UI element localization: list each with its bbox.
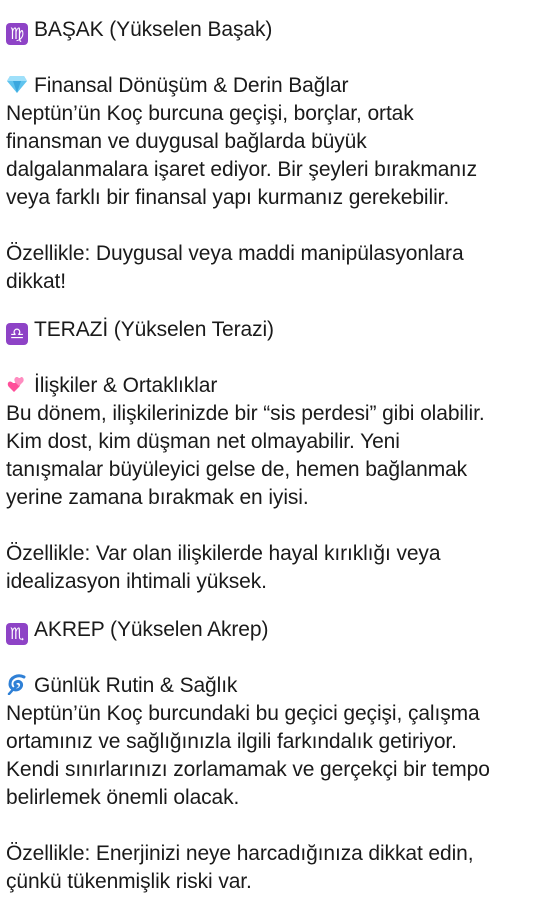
note-line: Özellikle: Var olan ilişkilerde hayal kı… [6, 542, 441, 565]
cyclone-icon [6, 673, 28, 696]
sign-heading-terazi: ♎ TERAZİ (Yükselen Terazi) [6, 316, 274, 345]
body-line: Neptün’ün Koç burcundaki bu geçici geçiş… [6, 702, 480, 725]
topic-heading-iliskiler: İlişkiler & Ortaklıklar [6, 372, 217, 400]
scorpio-icon: ♏ [6, 623, 28, 645]
body-line: Kim dost, kim düşman net olmayabilir. Ye… [6, 430, 400, 453]
body-line: Bu dönem, ilişkilerinizde bir “sis perde… [6, 402, 485, 425]
note-line: çünkü tükenmişlik riski var. [6, 870, 252, 893]
sign-title: TERAZİ (Yükselen Terazi) [34, 318, 274, 341]
sign-heading-akrep: ♏ AKREP (Yükselen Akrep) [6, 616, 268, 645]
topic-heading-rutin: Günlük Rutin & Sağlık [6, 672, 237, 700]
two-hearts-icon [6, 373, 28, 395]
libra-icon: ♎ [6, 323, 28, 345]
sign-heading-basak: ♍ BAŞAK (Yükselen Başak) [6, 16, 272, 45]
body-line: belirlemek önemli olacak. [6, 786, 240, 809]
body-line: Neptün’ün Koç burcuna geçişi, borçlar, o… [6, 102, 414, 125]
sign-title: BAŞAK (Yükselen Başak) [34, 18, 273, 41]
topic-heading-finans: Finansal Dönüşüm & Derin Bağlar [6, 72, 348, 100]
body-line: veya farklı bir finansal yapı kurmanız g… [6, 186, 450, 209]
virgo-icon: ♍ [6, 23, 28, 45]
sign-title: AKREP (Yükselen Akrep) [34, 618, 269, 641]
body-line: tanışmalar büyüleyici gelse de, hemen ba… [6, 458, 468, 481]
body-line: yerine zamana bırakmak en iyisi. [6, 486, 309, 509]
body-line: dalgalanmalara işaret ediyor. Bir şeyler… [6, 158, 478, 181]
note-line: Özellikle: Enerjinizi neye harcadığınıza… [6, 842, 474, 865]
body-line: ortamınız ve sağlığınızla ilgili farkınd… [6, 730, 457, 753]
topic-title: Finansal Dönüşüm & Derin Bağlar [34, 74, 349, 97]
note-line: idealizasyon ihtimali yüksek. [6, 570, 267, 593]
note-line: Özellikle: Duygusal veya maddi manipülas… [6, 242, 464, 265]
topic-title: İlişkiler & Ortaklıklar [34, 374, 218, 397]
topic-title: Günlük Rutin & Sağlık [34, 674, 238, 697]
body-line: Kendi sınırlarınızı zorlamamak ve gerçek… [6, 758, 490, 781]
horoscope-text-page: ♍ BAŞAK (Yükselen Başak) Finansal Dönüşüm… [0, 0, 555, 898]
body-line: finansman ve duygusal bağlarda büyük [6, 130, 367, 153]
gem-icon [6, 73, 28, 95]
note-line: dikkat! [6, 270, 66, 293]
